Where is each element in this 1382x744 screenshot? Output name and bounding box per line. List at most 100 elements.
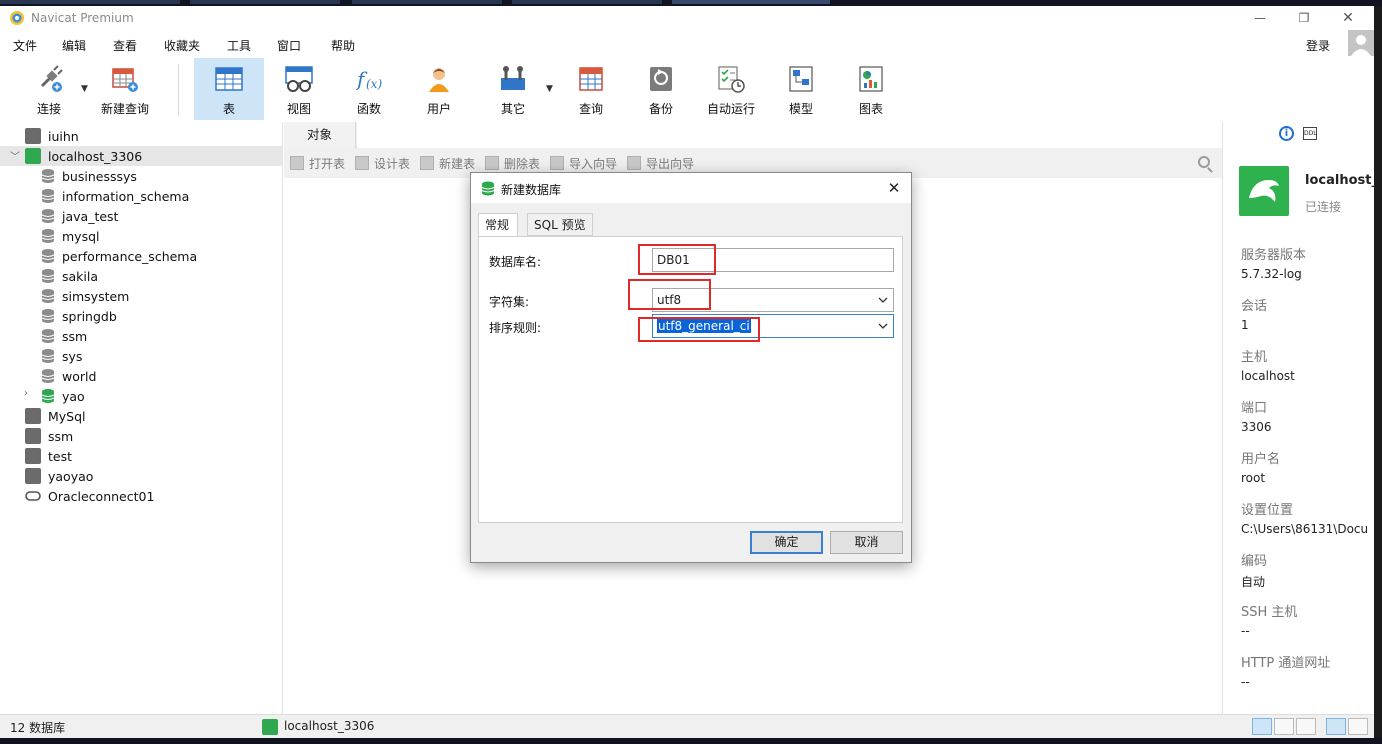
dialog-close-button[interactable]: ✕	[883, 177, 905, 199]
toolbar-other-button[interactable]: 其它 ▼	[482, 58, 553, 120]
tree-item-database[interactable]: sakila	[0, 266, 283, 286]
object-toolbar: 打开表 设计表 新建表 删除表 导入向导 导出向导	[284, 150, 1222, 174]
toolbar-separator	[178, 64, 179, 116]
import-wizard-button[interactable]: 导入向导	[550, 155, 617, 172]
dialog-title: 新建数据库	[501, 183, 562, 197]
database-icon	[41, 169, 55, 183]
user-avatar-icon	[1351, 35, 1371, 56]
menu-tools[interactable]: 工具	[227, 37, 251, 54]
prop-settings-location: 设置位置 C:\Users\86131\Docu	[1241, 503, 1369, 536]
design-table-button[interactable]: 设计表	[355, 155, 410, 172]
toolbar-chart-button[interactable]: 图表	[840, 58, 902, 120]
export-wizard-button[interactable]: 导出向导	[627, 155, 694, 172]
close-window-button[interactable]: ✕	[1326, 8, 1370, 28]
open-table-icon	[290, 156, 304, 170]
window-title: Navicat Premium	[31, 11, 134, 25]
chevron-down-icon	[878, 297, 888, 303]
prop-ssh-host: SSH 主机 --	[1241, 605, 1298, 638]
toolbar-model-button[interactable]: 模型	[770, 58, 832, 120]
search-icon[interactable]	[1198, 156, 1210, 168]
tab-sql-preview[interactable]: SQL 预览	[527, 213, 593, 236]
minimize-button[interactable]: —	[1238, 8, 1282, 28]
info-icon[interactable]: i	[1279, 126, 1294, 141]
toolbar-query-button[interactable]: 查询	[560, 58, 622, 120]
tree-item-database[interactable]: mysql	[0, 226, 283, 246]
charset-label: 字符集:	[489, 295, 530, 309]
tree-item-connection[interactable]: MySql	[0, 406, 283, 426]
toolbar-label: 查询	[578, 102, 603, 116]
restore-button[interactable]: ❐	[1282, 8, 1326, 28]
toolbar-label: 连接	[36, 102, 61, 116]
new-database-dialog: 新建数据库 ✕ 常规 SQL 预览 数据库名: DB01 字符集: utf8 排…	[470, 172, 912, 563]
tree-item-connection[interactable]: iuihn	[0, 126, 283, 146]
connection-name: localhost_	[1305, 173, 1375, 188]
database-open-icon	[41, 389, 55, 403]
menu-favorites[interactable]: 收藏夹	[164, 37, 200, 54]
main-toolbar: 连接 ▼ 新建查询 表 视图 f (x) 函数 用户 其它 ▼ 查询 备份 自动…	[0, 58, 1374, 122]
tree-item-database[interactable]: information_schema	[0, 186, 283, 206]
grid-view-button[interactable]	[1252, 718, 1272, 735]
cancel-button[interactable]: 取消	[830, 531, 903, 554]
view-icon	[285, 66, 313, 92]
tree-item-database[interactable]: › yao	[0, 386, 283, 406]
avatar[interactable]	[1348, 30, 1374, 56]
tools-icon	[501, 66, 525, 90]
prop-sessions: 会话 1	[1241, 299, 1268, 332]
toolbar-connect-button[interactable]: 连接 ▼	[24, 58, 88, 120]
new-table-button[interactable]: 新建表	[420, 155, 475, 172]
toolbar-label: 备份	[648, 102, 673, 116]
mysql-connection-icon	[262, 719, 278, 735]
chevron-right-icon[interactable]: ›	[24, 388, 28, 399]
tree-item-connection[interactable]: yaoyao	[0, 466, 283, 486]
tree-item-database[interactable]: springdb	[0, 306, 283, 326]
tree-item-connection[interactable]: ssm	[0, 426, 283, 446]
chevron-down-icon[interactable]: ▼	[81, 84, 88, 94]
tree-item-database[interactable]: businesssys	[0, 166, 283, 186]
tree-item-database[interactable]: performance_schema	[0, 246, 283, 266]
toolbar-function-button[interactable]: f (x) 函数	[338, 58, 400, 120]
ok-button[interactable]: 确定	[750, 531, 823, 554]
info-panel: i DDL localhost_ 已连接 服务器版本 5.7.32-log 会话…	[1222, 122, 1375, 714]
tab-general[interactable]: 常规	[478, 213, 518, 237]
tree-item-database[interactable]: ssm	[0, 326, 283, 346]
toolbar-schedule-button[interactable]: 自动运行	[700, 58, 762, 120]
tree-item-connection[interactable]: Oracleconnect01	[0, 486, 283, 506]
query-icon	[579, 67, 603, 91]
backup-icon	[650, 67, 672, 91]
tab-objects[interactable]: 对象	[284, 122, 356, 148]
database-icon	[41, 249, 55, 263]
toggle-left-pane-button[interactable]	[1326, 718, 1346, 735]
mysql-connection-icon	[25, 468, 41, 484]
list-view-button[interactable]	[1274, 718, 1294, 735]
tree-item-database[interactable]: java_test	[0, 206, 283, 226]
open-table-button[interactable]: 打开表	[290, 155, 345, 172]
tree-item-connection[interactable]: ﹀ localhost_3306	[0, 146, 283, 166]
toggle-right-pane-button[interactable]	[1348, 718, 1368, 735]
menu-window[interactable]: 窗口	[277, 37, 301, 54]
menu-view[interactable]: 查看	[113, 37, 137, 54]
login-link[interactable]: 登录	[1306, 37, 1330, 54]
toolbar-table-button[interactable]: 表	[194, 58, 264, 120]
toolbar-label: 自动运行	[706, 102, 755, 116]
toolbar-new-query-button[interactable]: 新建查询	[96, 58, 154, 120]
prop-http-tunnel: HTTP 通道网址 --	[1241, 656, 1331, 689]
toolbar-user-button[interactable]: 用户	[408, 58, 470, 120]
chevron-down-icon[interactable]: ▼	[546, 84, 553, 94]
mysql-connection-icon	[25, 428, 41, 444]
chevron-down-icon[interactable]: ﹀	[10, 148, 20, 163]
menu-edit[interactable]: 编辑	[62, 37, 86, 54]
tree-item-database[interactable]: sys	[0, 346, 283, 366]
detail-view-button[interactable]	[1296, 718, 1316, 735]
tree-item-database[interactable]: world	[0, 366, 283, 386]
database-icon	[41, 189, 55, 203]
ddl-icon[interactable]: DDL	[1303, 127, 1317, 140]
menu-help[interactable]: 帮助	[331, 37, 355, 54]
menu-file[interactable]: 文件	[13, 37, 37, 54]
toolbar-backup-button[interactable]: 备份	[630, 58, 692, 120]
delete-table-button[interactable]: 删除表	[485, 155, 540, 172]
toolbar-view-button[interactable]: 视图	[268, 58, 330, 120]
prop-host: 主机 localhost	[1241, 350, 1295, 383]
tree-item-database[interactable]: simsystem	[0, 286, 283, 306]
database-icon	[41, 229, 55, 243]
tree-item-connection[interactable]: test	[0, 446, 283, 466]
